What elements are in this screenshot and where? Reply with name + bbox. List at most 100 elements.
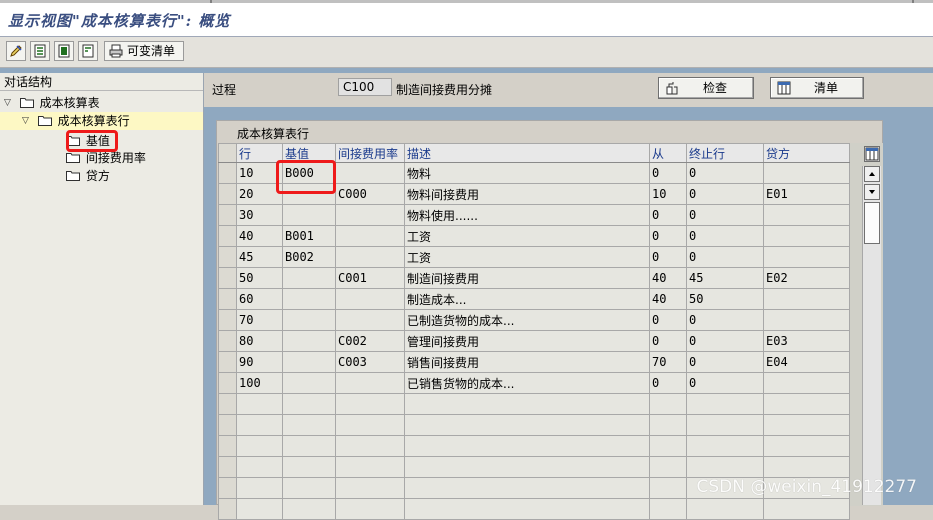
base-cell[interactable]	[282, 288, 336, 310]
to-row-cell[interactable]: 0	[686, 330, 764, 352]
credit-cell[interactable]: E03	[763, 330, 850, 352]
row-cell[interactable]: 30	[236, 204, 283, 226]
description-cell[interactable]: 制造间接费用	[404, 267, 650, 289]
empty-cell[interactable]	[649, 435, 687, 457]
description-cell[interactable]: 物料间接费用	[404, 183, 650, 205]
base-cell[interactable]	[282, 351, 336, 373]
to-row-cell[interactable]: 0	[686, 372, 764, 394]
empty-cell[interactable]	[282, 414, 336, 436]
vertical-scrollbar[interactable]	[862, 166, 881, 505]
row-selector[interactable]	[218, 288, 237, 310]
overhead-rate-cell[interactable]	[335, 246, 405, 268]
overhead-rate-cell[interactable]: C002	[335, 330, 405, 352]
description-cell[interactable]: 已销售货物的成本...	[404, 372, 650, 394]
description-cell[interactable]: 销售间接费用	[404, 351, 650, 373]
print-list-button[interactable]: 可变清单	[104, 41, 184, 61]
empty-cell[interactable]	[404, 456, 650, 478]
credit-cell[interactable]: E01	[763, 183, 850, 205]
credit-cell[interactable]: E04	[763, 351, 850, 373]
empty-cell[interactable]	[282, 456, 336, 478]
from-cell[interactable]: 0	[649, 204, 687, 226]
row-selector[interactable]	[218, 456, 237, 478]
row-cell[interactable]: 50	[236, 267, 283, 289]
select-block-button[interactable]	[78, 41, 98, 61]
overhead-rate-cell[interactable]: C003	[335, 351, 405, 373]
overhead-rate-cell[interactable]	[335, 309, 405, 331]
empty-cell[interactable]	[686, 393, 764, 415]
to-row-cell[interactable]: 50	[686, 288, 764, 310]
base-cell[interactable]: B002	[282, 246, 336, 268]
base-cell[interactable]	[282, 372, 336, 394]
tree-item-credit[interactable]: 贷方	[66, 167, 110, 185]
empty-cell[interactable]	[335, 393, 405, 415]
empty-cell[interactable]	[236, 393, 283, 415]
row-selector[interactable]	[218, 162, 237, 184]
deselect-button[interactable]	[54, 41, 74, 61]
overhead-rate-cell[interactable]: C000	[335, 183, 405, 205]
column-header-to-row[interactable]: 终止行	[686, 143, 764, 163]
overhead-rate-cell[interactable]: C001	[335, 267, 405, 289]
description-cell[interactable]: 制造成本...	[404, 288, 650, 310]
row-selector[interactable]	[218, 183, 237, 205]
row-selector[interactable]	[218, 204, 237, 226]
credit-cell[interactable]	[763, 225, 850, 247]
row-selector[interactable]	[218, 267, 237, 289]
overhead-rate-cell[interactable]	[335, 288, 405, 310]
empty-cell[interactable]	[649, 498, 687, 520]
empty-cell[interactable]	[404, 393, 650, 415]
process-field[interactable]: C100	[338, 78, 392, 96]
credit-cell[interactable]	[763, 372, 850, 394]
row-selector[interactable]	[218, 309, 237, 331]
empty-cell[interactable]	[686, 414, 764, 436]
base-cell[interactable]	[282, 330, 336, 352]
empty-cell[interactable]	[236, 477, 283, 499]
scroll-down-button[interactable]	[864, 184, 880, 200]
empty-cell[interactable]	[763, 435, 850, 457]
from-cell[interactable]: 0	[649, 246, 687, 268]
row-selector[interactable]	[218, 330, 237, 352]
empty-cell[interactable]	[404, 414, 650, 436]
empty-cell[interactable]	[649, 477, 687, 499]
column-header-credit[interactable]: 贷方	[763, 143, 850, 163]
to-row-cell[interactable]: 45	[686, 267, 764, 289]
tree-item-cost-sheet[interactable]: ▽ 成本核算表	[4, 94, 100, 112]
overhead-rate-cell[interactable]	[335, 204, 405, 226]
edit-button[interactable]	[6, 41, 26, 61]
empty-cell[interactable]	[763, 456, 850, 478]
credit-cell[interactable]	[763, 288, 850, 310]
base-cell[interactable]	[282, 267, 336, 289]
empty-cell[interactable]	[236, 435, 283, 457]
from-cell[interactable]: 40	[649, 288, 687, 310]
empty-cell[interactable]	[335, 498, 405, 520]
column-settings-button[interactable]	[864, 146, 880, 162]
expand-triangle-icon[interactable]: ▽	[4, 94, 16, 112]
row-selector[interactable]	[218, 498, 237, 520]
credit-cell[interactable]: E02	[763, 267, 850, 289]
empty-cell[interactable]	[335, 414, 405, 436]
tree-item-cost-sheet-rows[interactable]: ▽ 成本核算表行	[0, 112, 203, 130]
column-header-row[interactable]: 行	[236, 143, 283, 163]
from-cell[interactable]: 0	[649, 309, 687, 331]
select-all-cell[interactable]	[218, 143, 237, 163]
column-header-overhead-rate[interactable]: 间接费用率	[335, 143, 405, 163]
row-cell[interactable]: 60	[236, 288, 283, 310]
to-row-cell[interactable]: 0	[686, 309, 764, 331]
overhead-rate-cell[interactable]	[335, 372, 405, 394]
empty-cell[interactable]	[763, 498, 850, 520]
list-button[interactable]: 清单	[770, 77, 864, 99]
description-cell[interactable]: 物料	[404, 162, 650, 184]
from-cell[interactable]: 10	[649, 183, 687, 205]
empty-cell[interactable]	[236, 498, 283, 520]
empty-cell[interactable]	[763, 414, 850, 436]
to-row-cell[interactable]: 0	[686, 162, 764, 184]
row-cell[interactable]: 100	[236, 372, 283, 394]
empty-cell[interactable]	[282, 477, 336, 499]
credit-cell[interactable]	[763, 246, 850, 268]
description-cell[interactable]: 已制造货物的成本...	[404, 309, 650, 331]
base-cell[interactable]: B001	[282, 225, 336, 247]
row-cell[interactable]: 90	[236, 351, 283, 373]
credit-cell[interactable]	[763, 309, 850, 331]
row-cell[interactable]: 70	[236, 309, 283, 331]
to-row-cell[interactable]: 0	[686, 225, 764, 247]
empty-cell[interactable]	[404, 477, 650, 499]
